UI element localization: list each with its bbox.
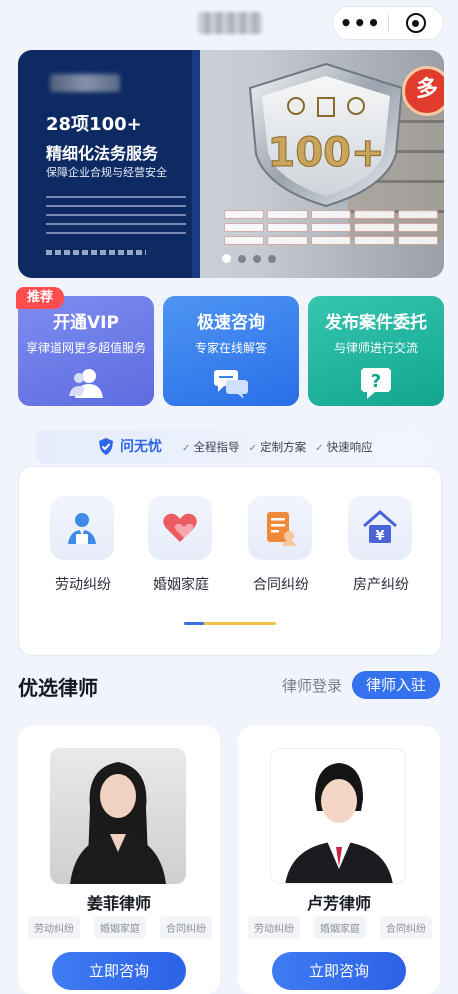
vip-card[interactable]: 开通VIP 享律道网更多超值服务 — [18, 296, 154, 406]
category-label: 婚姻家庭 — [153, 577, 209, 593]
category-label: 合同纠纷 — [253, 577, 309, 593]
lawyer-tags: 劳动纠纷 婚姻家庭 合同纠纷 — [248, 916, 432, 939]
promo-banner[interactable]: 28项100+ 精细化法务服务 保障企业合规与经营安全 100+ 多 — [18, 50, 444, 278]
lawyer-tag: 婚姻家庭 — [94, 916, 146, 939]
svg-text:?: ? — [371, 371, 381, 392]
lawyer-tag: 合同纠纷 — [380, 916, 432, 939]
contract-document-icon — [267, 512, 296, 546]
category-property[interactable]: ¥ 房产纠纷 — [348, 496, 414, 594]
fast-consult-card[interactable]: 极速咨询 专家在线解答 — [163, 296, 299, 406]
more-icon[interactable]: ••• — [333, 6, 388, 40]
banner-fine-print — [46, 196, 186, 240]
banner-headline: 28项100+ — [46, 114, 142, 135]
duo-badge: 多 — [402, 66, 444, 116]
heart-icon — [163, 513, 197, 542]
consult-now-button[interactable]: 立即咨询 — [272, 952, 406, 990]
app-title-blurred — [198, 12, 262, 34]
pagination-dot[interactable] — [238, 254, 246, 263]
pagination-dot-active[interactable] — [222, 254, 231, 263]
guarantee-brand: 问无忧 — [120, 439, 162, 455]
lawyer-tag: 婚姻家庭 — [314, 916, 366, 939]
section-title-lawyers: 优选律师 — [18, 676, 98, 700]
fast-consult-subtitle: 专家在线解答 — [194, 341, 267, 355]
lawyer-login-link[interactable]: 律师登录 — [282, 675, 342, 696]
banner-pagination[interactable] — [222, 254, 276, 263]
close-target-icon[interactable] — [388, 13, 443, 33]
category-scroll-indicator — [184, 622, 276, 625]
mini-program-capsule: ••• — [332, 6, 444, 40]
lawyer-tag: 劳动纠纷 — [28, 916, 80, 939]
publish-case-card[interactable]: 发布案件委托 与律师进行交流 ? — [308, 296, 444, 406]
category-label: 劳动纠纷 — [55, 577, 111, 593]
guarantee-item: 全程指导 — [182, 439, 240, 455]
recommend-badge: 推荐 — [16, 287, 64, 309]
lawyer-name: 姜菲律师 — [86, 894, 151, 913]
banner-headline-2: 精细化法务服务 — [46, 144, 159, 163]
publish-case-subtitle: 与律师进行交流 — [333, 341, 418, 355]
shield-100-icon: 100+ — [248, 62, 404, 208]
category-labor[interactable]: 劳动纠纷 — [50, 496, 116, 594]
guarantee-item: 快速响应 — [315, 439, 373, 455]
lawyer-tag: 劳动纠纷 — [248, 916, 300, 939]
labor-worker-icon — [68, 513, 96, 544]
question-bubble-icon: ? — [361, 368, 391, 399]
user-group-icon — [69, 369, 103, 398]
banner-edge — [192, 50, 200, 278]
vip-card-title: 开通VIP — [53, 313, 119, 333]
consult-now-button[interactable]: 立即咨询 — [52, 952, 186, 990]
lawyer-card[interactable]: 姜菲律师 劳动纠纷 婚姻家庭 合同纠纷 立即咨询 — [18, 726, 220, 994]
house-yuan-icon: ¥ — [363, 510, 397, 544]
banner-service-tags — [224, 210, 439, 249]
lawyer-name: 卢芳律师 — [306, 894, 371, 913]
lawyer-tags: 劳动纠纷 婚姻家庭 合同纠纷 — [28, 916, 212, 939]
category-marriage[interactable]: 婚姻家庭 — [148, 496, 214, 594]
category-label: 房产纠纷 — [353, 577, 409, 593]
pagination-dot[interactable] — [253, 254, 261, 263]
lawyer-photo — [50, 748, 186, 884]
lawyer-card[interactable]: 卢芳律师 劳动纠纷 婚姻家庭 合同纠纷 立即咨询 — [238, 726, 440, 994]
fast-consult-title: 极速咨询 — [197, 313, 265, 333]
chat-bubbles-icon — [214, 370, 248, 399]
top-bar: ••• — [0, 0, 458, 48]
lawyer-photo — [270, 748, 406, 884]
banner-footer-line — [46, 250, 146, 255]
svg-text:¥: ¥ — [375, 529, 384, 544]
guarantee-item: 定制方案 — [249, 439, 306, 455]
banner-brand-blurred — [50, 74, 120, 92]
lawyer-tag: 合同纠纷 — [160, 916, 212, 939]
category-contract[interactable]: 合同纠纷 — [248, 496, 314, 594]
shield-text: 100+ — [267, 130, 384, 176]
vip-card-subtitle: 享律道网更多超值服务 — [25, 341, 146, 355]
pagination-dot[interactable] — [268, 254, 276, 263]
publish-case-title: 发布案件委托 — [325, 313, 427, 333]
guarantee-items: 全程指导 定制方案 快速响应 — [182, 439, 373, 455]
shield-check-icon — [99, 438, 113, 455]
lawyer-join-button[interactable]: 律师入驻 — [352, 671, 440, 699]
banner-subtitle: 保障企业合规与经营安全 — [46, 166, 167, 179]
